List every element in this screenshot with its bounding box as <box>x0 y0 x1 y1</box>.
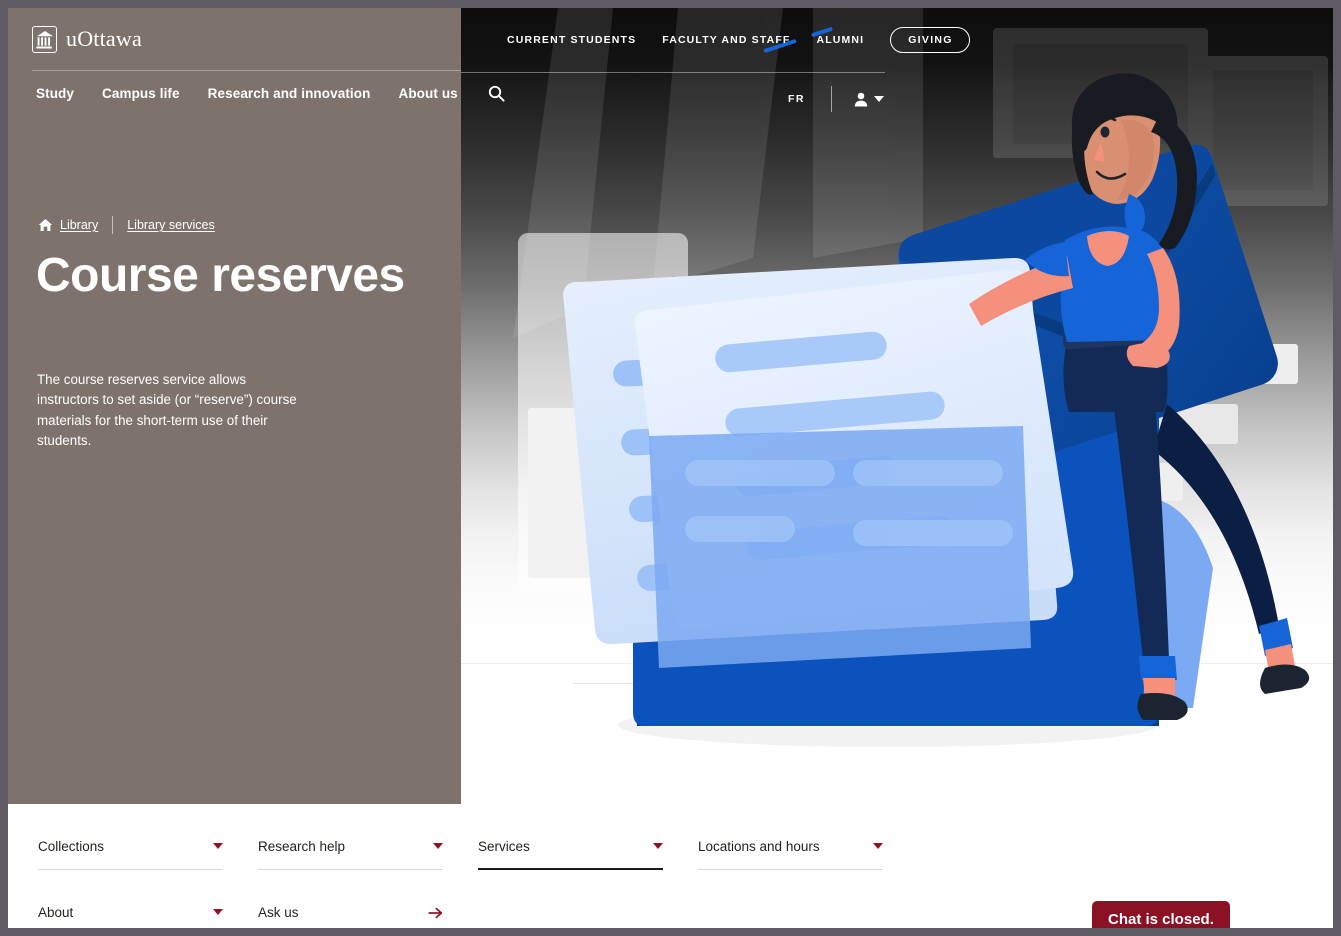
section-nav-collections[interactable]: Collections <box>38 840 223 870</box>
section-nav-underline <box>258 869 443 870</box>
nav-item-research-and-innovation[interactable]: Research and innovation <box>208 86 371 101</box>
utility-link-current-students[interactable]: CURRENT STUDENTS <box>507 34 636 46</box>
section-nav-ask-us-label: Ask us <box>258 905 299 920</box>
chevron-down-icon <box>213 909 223 915</box>
home-icon <box>38 218 53 232</box>
language-toggle-fr[interactable]: FR <box>788 93 805 105</box>
utility-bar-divider <box>461 72 885 73</box>
course-reserves-illustration <box>453 8 1333 747</box>
chevron-down-icon <box>873 843 883 849</box>
search-icon <box>488 85 505 102</box>
giving-button[interactable]: GIVING <box>890 26 970 54</box>
section-nav-services[interactable]: Services <box>478 840 663 870</box>
utility-link-faculty-and-staff[interactable]: FACULTY AND STAFF <box>662 34 790 46</box>
brand-name: uOttawa <box>66 25 142 51</box>
chat-status-widget[interactable]: Chat is closed. <box>1092 901 1230 928</box>
section-nav-underline <box>38 869 223 870</box>
utility-navigation: CURRENT STUDENTS FACULTY AND STAFF ALUMN… <box>453 8 1333 72</box>
nav-item-about-us[interactable]: About us <box>398 86 457 101</box>
arrow-right-icon <box>428 906 443 925</box>
section-nav-about-label: About <box>38 905 74 920</box>
chevron-down-icon <box>653 843 663 849</box>
section-nav-research-help-label: Research help <box>258 839 346 854</box>
uottawa-logo-link[interactable]: uOttawa <box>32 26 142 53</box>
section-nav-collections-label: Collections <box>38 839 105 854</box>
section-nav-services-label: Services <box>478 839 530 854</box>
hero-actions: FR <box>788 86 884 112</box>
chevron-down-icon <box>873 96 884 102</box>
breadcrumb-item-library-services[interactable]: Library services <box>127 218 215 232</box>
hero-section: CURRENT STUDENTS FACULTY AND STAFF ALUMN… <box>8 8 1333 804</box>
page-description: The course reserves service allows instr… <box>37 372 297 449</box>
section-nav-locations-and-hours-label: Locations and hours <box>698 839 820 854</box>
section-nav-underline <box>698 869 883 870</box>
section-nav-research-help[interactable]: Research help <box>258 840 443 870</box>
breadcrumb-item-library[interactable]: Library <box>60 218 98 232</box>
utility-link-alumni[interactable]: ALUMNI <box>816 34 864 46</box>
section-nav-locations-and-hours[interactable]: Locations and hours <box>698 840 883 870</box>
breadcrumb-separator <box>112 216 114 234</box>
nav-item-study[interactable]: Study <box>36 86 74 101</box>
actions-divider <box>830 86 832 112</box>
main-navigation: Study Campus life Research and innovatio… <box>36 85 505 102</box>
browser-viewport: CURRENT STUDENTS FACULTY AND STAFF ALUMN… <box>8 8 1333 928</box>
nav-item-campus-life[interactable]: Campus life <box>102 86 180 101</box>
user-account-icon <box>854 92 867 106</box>
hero-sidebar-panel: uOttawa Study Campus life Research and i… <box>8 8 505 804</box>
section-nav-underline-active <box>478 868 663 870</box>
chevron-down-icon <box>213 843 223 849</box>
brand-divider <box>32 70 461 71</box>
section-nav-ask-us[interactable]: Ask us <box>258 906 443 928</box>
section-nav-about[interactable]: About <box>38 906 223 928</box>
account-menu-button[interactable] <box>854 92 884 107</box>
breadcrumb: Library Library services <box>38 216 215 234</box>
page-title: Course reserves <box>36 249 405 302</box>
chevron-down-icon <box>433 843 443 849</box>
uottawa-building-icon <box>32 26 57 53</box>
search-button[interactable] <box>488 85 505 102</box>
